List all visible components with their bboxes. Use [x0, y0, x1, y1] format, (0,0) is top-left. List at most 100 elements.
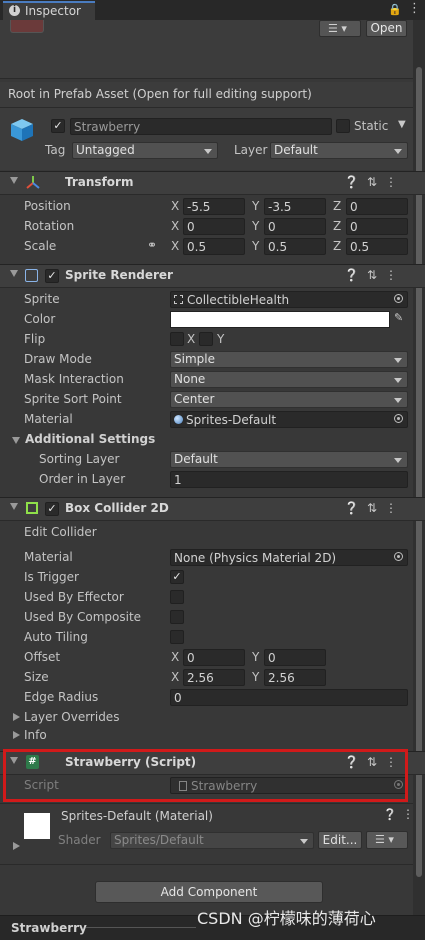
- position-y-field[interactable]: -3.5: [264, 198, 326, 215]
- component-header-icons[interactable]: ❔⇅⋮: [344, 501, 405, 515]
- scale-y-field[interactable]: 0.5: [264, 238, 326, 255]
- is-trigger-checkbox[interactable]: ✓: [170, 570, 184, 584]
- rotation-x-field[interactable]: 0: [183, 218, 245, 235]
- size-x-field[interactable]: 2.56: [183, 669, 245, 686]
- component-menu-icon[interactable]: ⋮: [385, 175, 405, 189]
- size-y-axis: Y: [252, 670, 260, 684]
- help-icon[interactable]: ❔: [344, 268, 367, 282]
- size-y-field[interactable]: 2.56: [264, 669, 326, 686]
- box-collider-foldout-arrow[interactable]: [10, 503, 18, 510]
- additional-settings-label[interactable]: Additional Settings: [25, 432, 155, 446]
- add-component-button[interactable]: Add Component: [95, 881, 323, 903]
- help-icon[interactable]: ❔: [344, 501, 367, 515]
- component-menu-icon[interactable]: ⋮: [385, 501, 405, 515]
- material-foldout-arrow[interactable]: [13, 842, 20, 850]
- open-prefab-button[interactable]: Open: [366, 20, 407, 37]
- sorting-layer-label: Sorting Layer: [39, 452, 120, 466]
- position-z-field[interactable]: 0: [346, 198, 408, 215]
- used-by-effector-checkbox[interactable]: [170, 590, 184, 604]
- hierarchy-dropdown-button[interactable]: ☰ ▾: [319, 20, 361, 37]
- tag-dropdown[interactable]: Untagged: [72, 142, 218, 159]
- is-trigger-label: Is Trigger: [24, 570, 79, 584]
- inspector-tab-label: Inspector: [25, 4, 81, 18]
- preset-icon[interactable]: ⇅: [367, 501, 385, 515]
- inspector-tab[interactable]: i Inspector: [3, 1, 95, 20]
- sprite-renderer-enabled-checkbox[interactable]: ✓: [45, 269, 59, 283]
- sprite-value: CollectibleHealth: [187, 293, 290, 307]
- layer-label: Layer: [234, 143, 268, 157]
- offset-y-axis: Y: [252, 650, 260, 664]
- lock-icon[interactable]: 🔒: [388, 3, 402, 16]
- help-icon[interactable]: ❔: [383, 808, 397, 821]
- rotation-y-field[interactable]: 0: [264, 218, 326, 235]
- sprite-sort-point-dropdown[interactable]: Center: [170, 391, 408, 408]
- object-picker-icon[interactable]: [394, 414, 403, 423]
- layer-overrides-label[interactable]: Layer Overrides: [24, 710, 119, 724]
- component-menu-icon[interactable]: ⋮: [385, 268, 405, 282]
- scale-x-field[interactable]: 0.5: [183, 238, 245, 255]
- draw-mode-dropdown[interactable]: Simple: [170, 351, 408, 368]
- sprite-field[interactable]: CollectibleHealth: [170, 291, 408, 308]
- object-picker-icon[interactable]: [394, 294, 403, 303]
- rotation-x-axis: X: [171, 219, 180, 233]
- constrain-scale-link-icon[interactable]: ⚭: [147, 238, 157, 252]
- order-in-layer-field[interactable]: 1: [170, 471, 408, 488]
- object-name-field[interactable]: Strawberry: [70, 118, 332, 135]
- flip-y-checkbox[interactable]: [199, 332, 213, 346]
- material-preview-swatch: [24, 813, 50, 839]
- used-by-composite-checkbox[interactable]: [170, 610, 184, 624]
- offset-x-field[interactable]: 0: [183, 649, 245, 666]
- eyedropper-icon[interactable]: ✎: [394, 311, 403, 324]
- scrollbar-track[interactable]: [413, 20, 425, 915]
- help-icon[interactable]: ❔: [344, 175, 367, 189]
- sorting-layer-dropdown[interactable]: Default: [170, 451, 408, 468]
- edge-radius-field[interactable]: 0: [170, 689, 408, 706]
- footer-resize-track[interactable]: [86, 927, 196, 928]
- material-field[interactable]: Sprites-Default: [170, 411, 408, 428]
- material-sphere-icon: [174, 415, 183, 424]
- component-header-icons[interactable]: ❔⇅⋮: [344, 268, 405, 282]
- gameobject-header: ✓ Strawberry Static ▼ Tag Untagged Layer…: [0, 108, 413, 170]
- auto-tiling-checkbox[interactable]: [170, 630, 184, 644]
- rotation-y-axis: Y: [252, 219, 260, 233]
- rotation-z-field[interactable]: 0: [346, 218, 408, 235]
- layer-overrides-foldout-arrow[interactable]: [13, 713, 20, 721]
- material-preview-section: Sprites-Default (Material) ❔ ⋮ Shader Sp…: [0, 803, 414, 860]
- sprite-renderer-header[interactable]: ✓ Sprite Renderer ❔⇅⋮: [0, 264, 425, 288]
- shader-dropdown[interactable]: Sprites/Default: [110, 832, 314, 849]
- order-in-layer-label: Order in Layer: [39, 472, 126, 486]
- active-checkbox[interactable]: ✓: [51, 119, 65, 133]
- material-menu-icon[interactable]: ⋮: [402, 807, 414, 821]
- layer-dropdown[interactable]: Default: [270, 142, 408, 159]
- shader-options-dropdown[interactable]: ☰ ▾: [366, 831, 408, 849]
- offset-y-field[interactable]: 0: [264, 649, 326, 666]
- scale-z-field[interactable]: 0.5: [346, 238, 408, 255]
- object-picker-icon[interactable]: [394, 552, 403, 561]
- position-x-field[interactable]: -5.5: [183, 198, 245, 215]
- rotation-z-axis: Z: [333, 219, 342, 233]
- info-label[interactable]: Info: [24, 728, 47, 742]
- color-swatch[interactable]: [170, 311, 390, 328]
- info-foldout-arrow[interactable]: [13, 731, 20, 739]
- component-header-icons[interactable]: ❔⇅⋮: [344, 175, 405, 189]
- box-collider-header[interactable]: ✓ Box Collider 2D ❔⇅⋮: [0, 497, 425, 521]
- sprite-label: Sprite: [24, 292, 60, 306]
- mask-interaction-dropdown[interactable]: None: [170, 371, 408, 388]
- static-dropdown-icon[interactable]: ▼: [398, 119, 406, 130]
- transform-header[interactable]: Transform ❔⇅⋮: [0, 171, 425, 195]
- transform-foldout-arrow[interactable]: [10, 177, 18, 184]
- material-value: Sprites-Default: [186, 413, 277, 427]
- flip-x-checkbox[interactable]: [170, 332, 184, 346]
- collider-material-field[interactable]: None (Physics Material 2D): [170, 549, 408, 566]
- preset-icon[interactable]: ⇅: [367, 268, 385, 282]
- shader-edit-button[interactable]: Edit...: [318, 831, 362, 849]
- edit-collider-label[interactable]: Edit Collider: [24, 525, 97, 539]
- window-menu-icon[interactable]: ⋮: [408, 1, 421, 16]
- sprite-renderer-icon: [25, 269, 38, 282]
- preset-icon[interactable]: ⇅: [367, 175, 385, 189]
- box-collider-enabled-checkbox[interactable]: ✓: [45, 502, 59, 516]
- prefab-asset-icon: [10, 20, 44, 33]
- additional-settings-foldout-arrow[interactable]: [12, 437, 20, 444]
- static-checkbox[interactable]: [336, 119, 350, 133]
- sprite-renderer-foldout-arrow[interactable]: [10, 270, 18, 277]
